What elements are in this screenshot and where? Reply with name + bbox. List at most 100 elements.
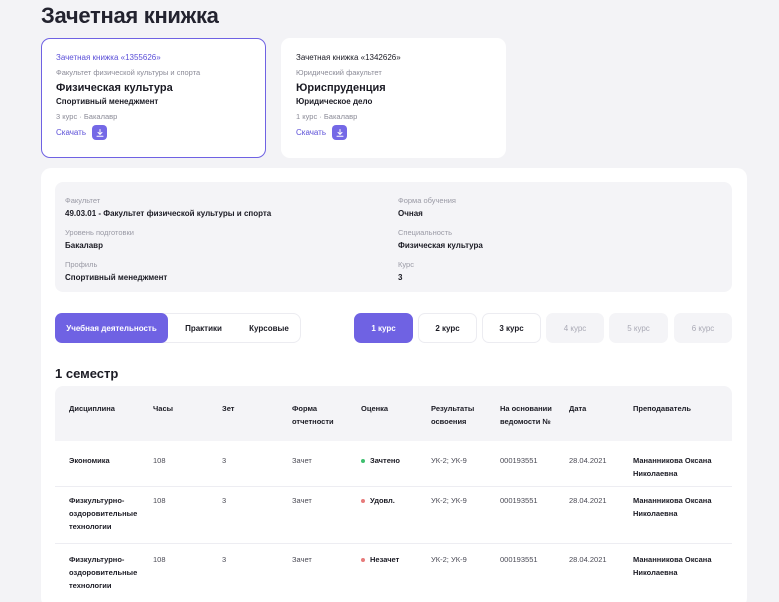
record-book-faculty: Факультет физической культуры и спорта xyxy=(56,68,201,77)
info-specialty: Специальность Физическая культура xyxy=(398,228,483,250)
cell-discipline: Физкультурно- оздоровительные технологии xyxy=(69,553,137,592)
course-button-6[interactable]: 6 курс xyxy=(674,313,732,343)
cell-zet: 3 xyxy=(222,456,227,465)
header-teacher: Преподаватель xyxy=(633,404,691,413)
header-discipline: Дисциплина xyxy=(69,404,115,413)
cell-hours: 108 xyxy=(153,555,166,564)
main-panel: Факультет 49.03.01 - Факультет физическо… xyxy=(41,168,747,602)
course-button-3[interactable]: 3 курс xyxy=(482,313,541,343)
info-label: Специальность xyxy=(398,228,452,237)
header-grade: Оценка xyxy=(361,404,389,413)
record-book-card-2[interactable]: Зачетная книжка «1342626» Юридический фа… xyxy=(281,38,506,158)
cell-report-form: Зачет xyxy=(292,555,312,564)
download-link[interactable]: Скачать xyxy=(296,125,491,140)
grades-table: Дисциплина Часы Зет Форма отчетности Оце… xyxy=(55,386,732,602)
course-button-4[interactable]: 4 курс xyxy=(546,313,604,343)
download-icon[interactable] xyxy=(332,125,347,140)
teacher-line: Мананникова Оксана xyxy=(633,456,712,465)
info-label: Профиль xyxy=(65,260,98,269)
table-row[interactable]: Физкультурно- оздоровительные технологии… xyxy=(55,487,732,544)
header-line: освоения xyxy=(431,417,467,426)
header-line: Результаты xyxy=(431,404,475,413)
cell-date: 28.04.2021 xyxy=(569,555,607,564)
cell-discipline: Экономика xyxy=(69,454,110,467)
semester-title: 1 семестр xyxy=(55,366,119,381)
grade-status-dot xyxy=(361,458,365,463)
header-results: Результаты освоения xyxy=(431,402,474,428)
teacher-line: Николаевна xyxy=(633,509,678,518)
cell-date: 28.04.2021 xyxy=(569,496,607,505)
download-icon[interactable] xyxy=(92,125,107,140)
cell-basis: 000193551 xyxy=(500,496,538,505)
grade-status-dot xyxy=(361,498,365,503)
info-value: 49.03.01 - Факультет физической культуры… xyxy=(65,209,272,218)
record-book-card-1[interactable]: Зачетная книжка «1355626» Факультет физи… xyxy=(41,38,266,158)
table-header: Дисциплина Часы Зет Форма отчетности Оце… xyxy=(55,386,732,441)
teacher-line: Николаевна xyxy=(633,568,678,577)
record-book-profile: Спортивный менеджмент xyxy=(56,97,159,106)
grade-status-dot xyxy=(361,557,365,562)
teacher-line: Николаевна xyxy=(633,469,678,478)
tab-coursework[interactable]: Курсовые xyxy=(238,313,300,343)
info-value: 3 xyxy=(398,273,403,282)
grade-text: Зачтено xyxy=(370,456,400,465)
discipline-line: Физкультурно- xyxy=(69,496,125,505)
download-link[interactable]: Скачать xyxy=(56,125,251,140)
info-value: Спортивный менеджмент xyxy=(65,273,168,282)
student-info-box: Факультет 49.03.01 - Факультет физическо… xyxy=(55,182,732,292)
discipline-line: Физкультурно- xyxy=(69,555,125,564)
grade-text: Незачет xyxy=(370,555,400,564)
info-value: Физическая культура xyxy=(398,241,483,250)
header-line: На основании xyxy=(500,404,552,413)
tab-educational-activity[interactable]: Учебная деятельность xyxy=(55,313,168,343)
info-value: Бакалавр xyxy=(65,241,103,250)
discipline-line: технологии xyxy=(69,581,112,590)
record-book-profile: Юридическое дело xyxy=(296,97,373,106)
header-report-form: Форма отчетности xyxy=(292,402,334,428)
cell-zet: 3 xyxy=(222,555,227,564)
tab-practices[interactable]: Практики xyxy=(171,313,236,343)
cell-grade: Зачтено xyxy=(361,454,400,467)
header-line: Форма xyxy=(292,404,318,413)
course-button-1[interactable]: 1 курс xyxy=(354,313,413,343)
info-label: Форма обучения xyxy=(398,196,456,205)
cell-results: УК-2; УК-9 xyxy=(431,456,467,465)
record-book-course: 3 курс · Бакалавр xyxy=(56,112,118,121)
course-button-2[interactable]: 2 курс xyxy=(418,313,477,343)
record-book-specialty: Юриспруденция xyxy=(296,82,386,94)
record-book-specialty: Физическая культура xyxy=(56,82,173,94)
cell-grade: Удовл. xyxy=(361,494,395,507)
header-line: ведомости № xyxy=(500,417,551,426)
download-label: Скачать xyxy=(56,128,86,137)
header-line: отчетности xyxy=(292,417,334,426)
record-book-title: Зачетная книжка «1342626» xyxy=(296,53,401,62)
table-row[interactable]: Физкультурно- оздоровительные технологии… xyxy=(55,544,732,602)
info-label: Уровень подготовки xyxy=(65,228,134,237)
cell-teacher: Мананникова Оксана Николаевна xyxy=(633,494,712,520)
course-button-5[interactable]: 5 курс xyxy=(609,313,668,343)
cell-date: 28.04.2021 xyxy=(569,456,607,465)
info-course: Курс 3 xyxy=(398,260,414,282)
info-level: Уровень подготовки Бакалавр xyxy=(65,228,134,250)
grade-text: Удовл. xyxy=(370,496,395,505)
cell-teacher: Мананникова Оксана Николаевна xyxy=(633,454,712,480)
teacher-line: Мананникова Оксана xyxy=(633,555,712,564)
info-label: Курс xyxy=(398,260,414,269)
table-row[interactable]: Экономика 108 3 Зачет Зачтено УК-2; УК-9… xyxy=(55,441,732,487)
discipline-line: технологии xyxy=(69,522,112,531)
cell-hours: 108 xyxy=(153,496,166,505)
header-hours: Часы xyxy=(153,404,174,413)
cell-teacher: Мананникова Оксана Николаевна xyxy=(633,553,712,579)
info-study-form: Форма обучения Очная xyxy=(398,196,456,218)
cell-discipline: Физкультурно- оздоровительные технологии xyxy=(69,494,137,533)
cell-hours: 108 xyxy=(153,456,166,465)
discipline-line: оздоровительные xyxy=(69,509,138,518)
cell-zet: 3 xyxy=(222,496,227,505)
cell-grade: Незачет xyxy=(361,553,399,566)
cell-basis: 000193551 xyxy=(500,555,538,564)
record-book-course: 1 курс · Бакалавр xyxy=(296,112,358,121)
info-faculty: Факультет 49.03.01 - Факультет физическо… xyxy=(65,196,271,218)
cell-report-form: Зачет xyxy=(292,496,312,505)
cell-basis: 000193551 xyxy=(500,456,538,465)
download-label: Скачать xyxy=(296,128,326,137)
